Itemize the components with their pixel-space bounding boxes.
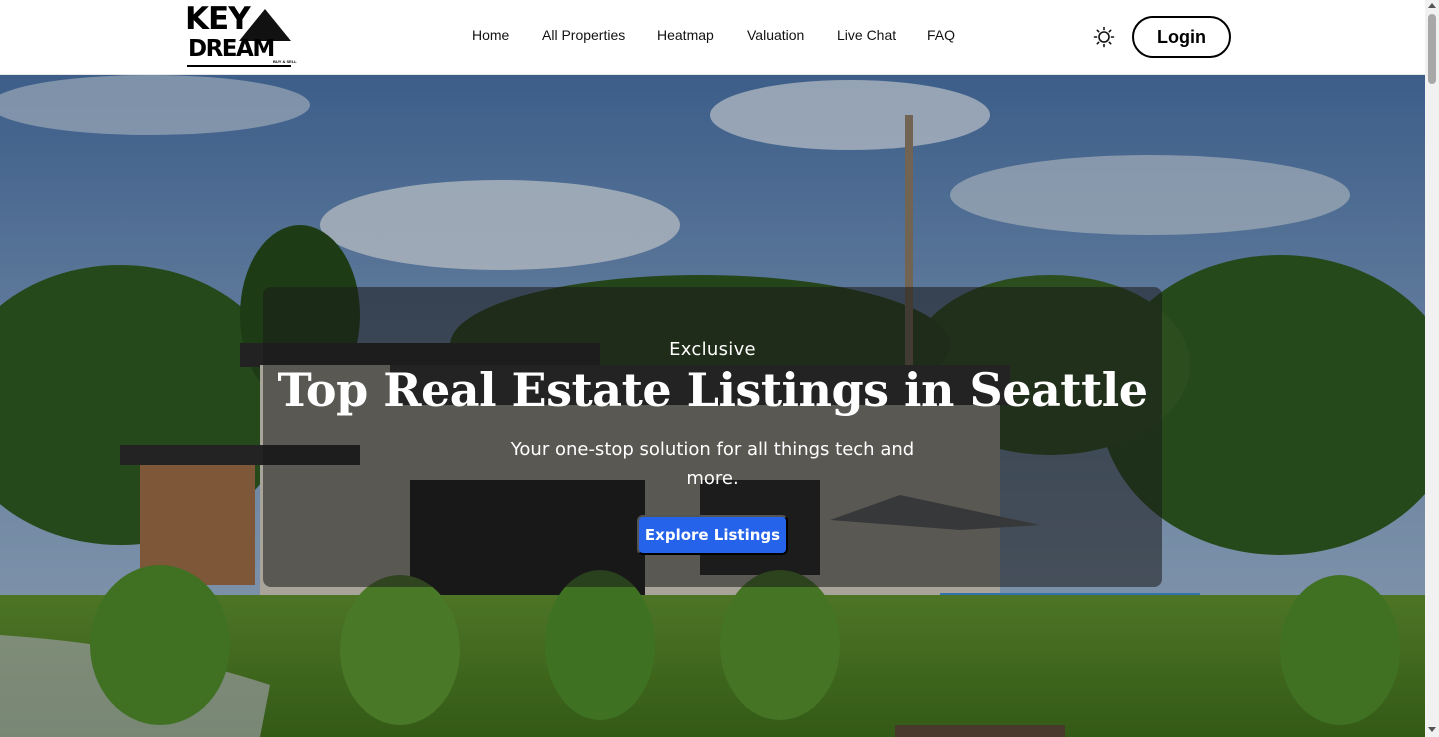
- scrollbar-thumb[interactable]: [1428, 14, 1436, 84]
- page-scrollbar[interactable]: [1425, 0, 1439, 737]
- hero-title: Top Real Estate Listings in Seattle: [277, 363, 1148, 417]
- hero-subtitle: Your one-stop solution for all things te…: [510, 439, 915, 489]
- hero-section: Exclusive Top Real Estate Listings in Se…: [0, 75, 1425, 737]
- top-navbar: KEY DREAM BUY & SELL Home All Properties…: [0, 0, 1425, 75]
- nav-valuation[interactable]: Valuation: [747, 27, 804, 43]
- nav-faq[interactable]: FAQ: [927, 27, 955, 43]
- nav-live-chat[interactable]: Live Chat: [837, 27, 896, 43]
- nav-home[interactable]: Home: [472, 27, 509, 43]
- login-button[interactable]: Login: [1132, 16, 1231, 58]
- scroll-down-arrow-icon[interactable]: [1428, 727, 1436, 732]
- hero-eyebrow: Exclusive: [669, 339, 756, 360]
- nav-heatmap[interactable]: Heatmap: [657, 27, 714, 43]
- scroll-up-arrow-icon[interactable]: [1428, 3, 1436, 8]
- nav-all-properties[interactable]: All Properties: [542, 27, 625, 43]
- sun-icon[interactable]: [1093, 26, 1115, 48]
- logo-underline: [187, 65, 291, 67]
- logo-tagline: BUY & SELL: [273, 59, 297, 64]
- explore-listings-button[interactable]: Explore Listings: [637, 515, 788, 555]
